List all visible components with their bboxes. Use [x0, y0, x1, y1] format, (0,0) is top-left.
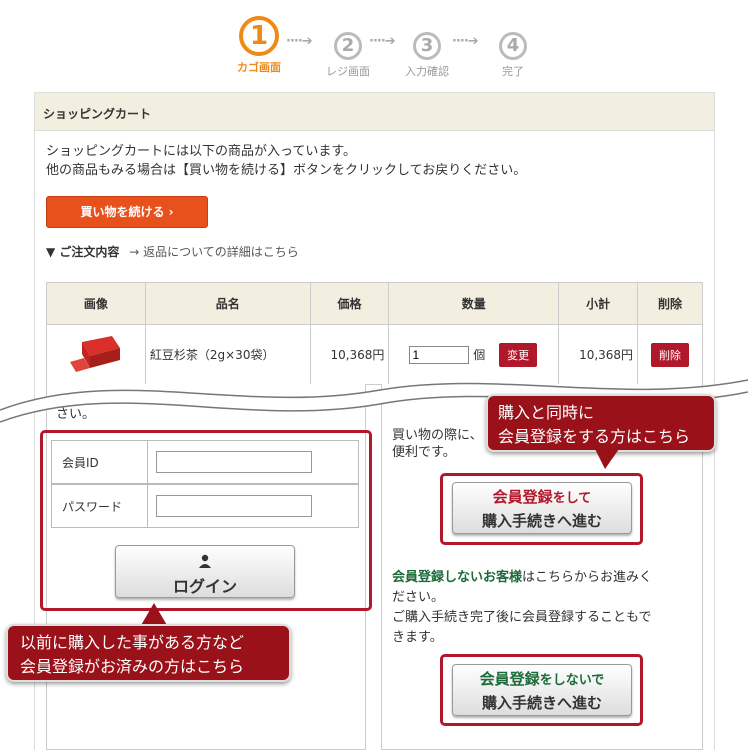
register-highlight	[440, 473, 643, 545]
col-name: 品名	[144, 282, 311, 325]
step-3-label: 入力確認	[405, 65, 449, 78]
delete-item-button[interactable]: 削除	[651, 342, 690, 367]
guest-line-1: 会員登録しないお客様はこちらからお進みく	[392, 568, 692, 588]
guest-line-3: ご購入手続き完了後に会員登録することもで	[392, 610, 652, 625]
cart-page: 1 カゴ画面 ····➔ 2 レジ画面 ····➔ 3 入力確認 ····➔ 4…	[0, 0, 748, 750]
guest-line-2: ださい。	[392, 590, 445, 605]
step-4-number: 4	[499, 32, 527, 60]
step-4: 4 完了	[478, 32, 548, 79]
intro-line-2: 他の商品もみる場合は【買い物を続ける】ボタンをクリックしてお戻りください。	[46, 163, 527, 178]
register-intro-line-2: 便利です。	[392, 445, 456, 460]
col-image: 画像	[46, 282, 146, 325]
panel-title: ショッピングカート	[35, 93, 714, 131]
col-price: 価格	[309, 282, 390, 325]
register-callout-pointer	[595, 449, 619, 469]
qty-unit: 個	[473, 347, 486, 362]
order-label: ▼ ご注文内容	[46, 245, 120, 259]
order-heading: ▼ ご注文内容 → 返品についての詳細はこちら	[46, 243, 299, 260]
return-policy-link[interactable]: → 返品についての詳細はこちら	[129, 245, 299, 259]
login-callout-line-2: 会員登録がお済みの方はこちら	[20, 657, 245, 676]
register-intro-partial: 買い物の際に、 便利です。	[392, 427, 483, 461]
step-2-label: レジ画面	[326, 65, 370, 78]
register-callout-line-2: 会員登録をする方はこちら	[498, 427, 691, 446]
intro-line-1: ショッピングカートには以下の商品が入っています。	[46, 144, 357, 159]
step-1-number: 1	[239, 16, 279, 56]
step-arrow-icon: ····➔	[286, 34, 313, 49]
step-1: 1 カゴ画面	[224, 16, 294, 75]
step-4-label: 完了	[502, 65, 524, 78]
col-subtotal: 小計	[558, 282, 639, 325]
step-2-number: 2	[334, 32, 362, 60]
guest-text-1: はこちらからお進みく	[522, 570, 653, 585]
step-3-number: 3	[413, 32, 441, 60]
step-1-label: カゴ画面	[237, 61, 281, 74]
product-image[interactable]	[68, 334, 124, 372]
change-qty-button[interactable]: 変更	[499, 342, 538, 367]
login-callout-line-1: 以前に購入した事がある方など	[20, 633, 245, 652]
col-delete: 削除	[637, 282, 703, 325]
step-arrow-icon: ····➔	[369, 34, 396, 49]
step-arrow-icon: ····➔	[452, 34, 479, 49]
quantity-input[interactable]	[409, 346, 470, 364]
login-callout: 以前に購入した事がある方など 会員登録がお済みの方はこちら	[6, 624, 291, 682]
guest-highlight	[440, 654, 643, 726]
continue-shopping-button[interactable]: 買い物を続ける ›	[46, 196, 208, 228]
cart-intro: ショッピングカートには以下の商品が入っています。 他の商品もみる場合は【買い物を…	[46, 142, 526, 180]
register-callout-line-1: 購入と同時に	[498, 403, 595, 422]
col-qty: 数量	[388, 282, 560, 325]
guest-heading: 会員登録しないお客様	[392, 570, 523, 585]
login-highlight	[40, 430, 372, 611]
guest-line-4: きます。	[392, 630, 443, 645]
register-callout: 購入と同時に 会員登録をする方はこちら	[486, 394, 716, 452]
guest-description: 会員登録しないお客様はこちらからお進みく ださい。 ご購入手続き完了後に会員登録…	[392, 568, 692, 648]
